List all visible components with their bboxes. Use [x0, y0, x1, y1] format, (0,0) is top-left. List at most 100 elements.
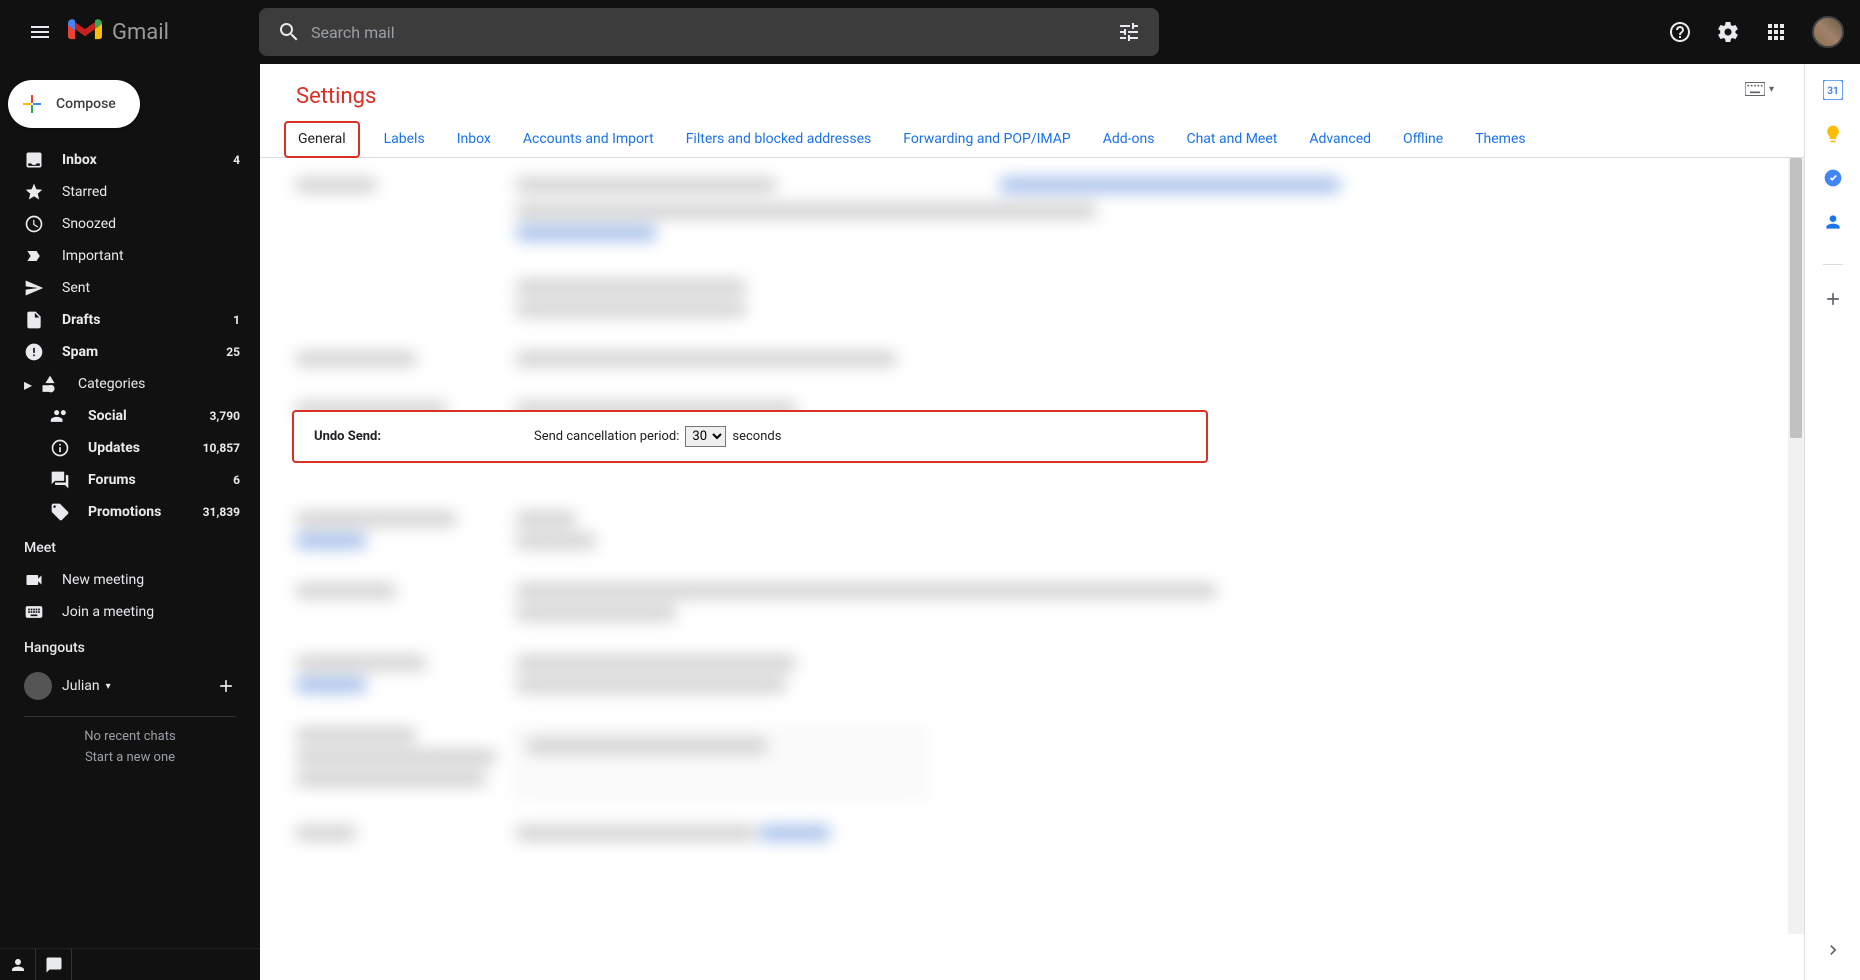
sidebar-item-important[interactable]: Important: [0, 240, 252, 272]
sidebar-item-spam[interactable]: Spam 25: [0, 336, 252, 368]
hamburger-icon: [28, 20, 52, 44]
keyboard-icon: [1745, 82, 1765, 96]
cancellation-period-select[interactable]: 30: [685, 426, 726, 447]
contacts-icon: [1823, 212, 1843, 232]
sidebar-item-forums[interactable]: Forums 6: [0, 464, 252, 496]
hangouts-bottom-tabs: [0, 948, 260, 980]
sidebar-item-snoozed[interactable]: Snoozed: [0, 208, 252, 240]
sidebar-item-label: Starred: [62, 184, 240, 200]
tab-chat-meet[interactable]: Chat and Meet: [1178, 121, 1285, 157]
tab-inbox[interactable]: Inbox: [449, 121, 499, 157]
tab-general[interactable]: General: [284, 121, 360, 158]
tasks-icon: [1823, 168, 1843, 188]
sidebar-item-categories[interactable]: ▸ Categories: [0, 368, 252, 400]
sidebar-item-promotions[interactable]: Promotions 31,839: [0, 496, 252, 528]
app-header: Gmail: [0, 0, 1860, 64]
tab-labels[interactable]: Labels: [376, 121, 433, 157]
hangouts-section-header: Hangouts: [0, 628, 260, 664]
gmail-logo-icon: [68, 19, 102, 45]
social-icon: [50, 406, 70, 426]
hangouts-avatar: [24, 672, 52, 700]
search-icon: [277, 20, 301, 44]
tab-filters[interactable]: Filters and blocked addresses: [678, 121, 880, 157]
svg-text:31: 31: [1827, 86, 1838, 97]
sidebar-item-count: 25: [226, 345, 240, 359]
sidebar-item-sent[interactable]: Sent: [0, 272, 252, 304]
undo-send-setting-row: Undo Send: Send cancellation period: 30 …: [292, 410, 1208, 463]
help-icon: [1668, 20, 1692, 44]
inbox-icon: [24, 150, 44, 170]
meet-join-meeting[interactable]: Join a meeting: [0, 596, 260, 628]
keep-icon: [1823, 124, 1843, 144]
plus-icon: [1823, 289, 1843, 309]
account-avatar[interactable]: [1812, 16, 1844, 48]
sidebar-item-label: Updates: [88, 440, 203, 456]
sidebar-item-starred[interactable]: Starred: [0, 176, 252, 208]
search-options-button[interactable]: [1107, 20, 1151, 44]
sidebar-item-social[interactable]: Social 3,790: [0, 400, 252, 432]
important-icon: [24, 246, 44, 266]
chevron-down-icon: ▾: [1769, 84, 1774, 95]
tab-forwarding[interactable]: Forwarding and POP/IMAP: [895, 121, 1078, 157]
sidebar-item-count: 31,839: [203, 505, 240, 519]
updates-icon: [50, 438, 70, 458]
promotions-icon: [50, 502, 70, 522]
chevron-right-icon: ▸: [24, 375, 36, 394]
tab-themes[interactable]: Themes: [1467, 121, 1533, 157]
side-app-tasks[interactable]: [1823, 168, 1843, 188]
sidebar-item-drafts[interactable]: Drafts 1: [0, 304, 252, 336]
tab-addons[interactable]: Add-ons: [1095, 121, 1163, 157]
sidebar-item-label: Spam: [62, 344, 226, 360]
tab-accounts[interactable]: Accounts and Import: [515, 121, 662, 157]
scrollbar-track: [1788, 158, 1804, 934]
sidebar-item-label: Sent: [62, 280, 240, 296]
cancellation-period-label: Send cancellation period:: [534, 429, 679, 444]
header-right: [1660, 12, 1844, 52]
sidebar-item-count: 6: [233, 473, 240, 487]
tab-advanced[interactable]: Advanced: [1301, 121, 1379, 157]
sidebar-item-count: 1: [233, 313, 240, 327]
send-icon: [24, 278, 44, 298]
sidebar-item-count: 10,857: [203, 441, 240, 455]
tune-icon: [1117, 20, 1141, 44]
sidebar-item-count: 4: [233, 153, 240, 167]
tab-offline[interactable]: Offline: [1395, 121, 1451, 157]
side-app-keep[interactable]: [1823, 124, 1843, 144]
hangouts-start-link[interactable]: Start a new one: [0, 748, 260, 767]
side-app-calendar[interactable]: 31: [1823, 80, 1843, 100]
forums-icon: [50, 470, 70, 490]
side-app-addons[interactable]: [1823, 289, 1843, 309]
meet-new-meeting[interactable]: New meeting: [0, 564, 260, 596]
chevron-down-icon[interactable]: ▾: [106, 681, 111, 692]
sidebar-item-label: Inbox: [62, 152, 233, 168]
main-menu-button[interactable]: [16, 8, 64, 56]
keyboard-icon: [24, 602, 44, 622]
sidebar-item-updates[interactable]: Updates 10,857: [0, 432, 252, 464]
sidebar-item-inbox[interactable]: Inbox 4: [0, 144, 252, 176]
hangouts-tab-contacts[interactable]: [0, 949, 36, 980]
sidebar-item-count: 3,790: [210, 409, 241, 423]
side-panel-collapse[interactable]: [1823, 940, 1843, 960]
search-button[interactable]: [267, 20, 311, 44]
chevron-right-icon: [1823, 940, 1843, 960]
support-button[interactable]: [1660, 12, 1700, 52]
gmail-logo-wrap[interactable]: Gmail: [68, 19, 169, 45]
google-apps-button[interactable]: [1756, 12, 1796, 52]
search-bar: [259, 8, 1159, 56]
input-tools-button[interactable]: ▾: [1745, 82, 1774, 96]
search-input[interactable]: [311, 23, 1107, 42]
hangouts-user-row[interactable]: Julian ▾: [0, 664, 260, 708]
scrollbar-thumb[interactable]: [1790, 158, 1802, 438]
settings-tabs: General Labels Inbox Accounts and Import…: [260, 121, 1804, 158]
sidebar-item-label: Snoozed: [62, 216, 240, 232]
draft-icon: [24, 310, 44, 330]
star-icon: [24, 182, 44, 202]
categories-icon: [40, 374, 60, 394]
seconds-unit-label: seconds: [732, 429, 781, 444]
hangouts-tab-chats[interactable]: [36, 949, 72, 980]
hangouts-add-button[interactable]: [216, 676, 236, 696]
settings-button[interactable]: [1708, 12, 1748, 52]
compose-button[interactable]: Compose: [8, 80, 140, 128]
sidebar-item-label: Categories: [78, 376, 240, 392]
side-app-contacts[interactable]: [1823, 212, 1843, 232]
